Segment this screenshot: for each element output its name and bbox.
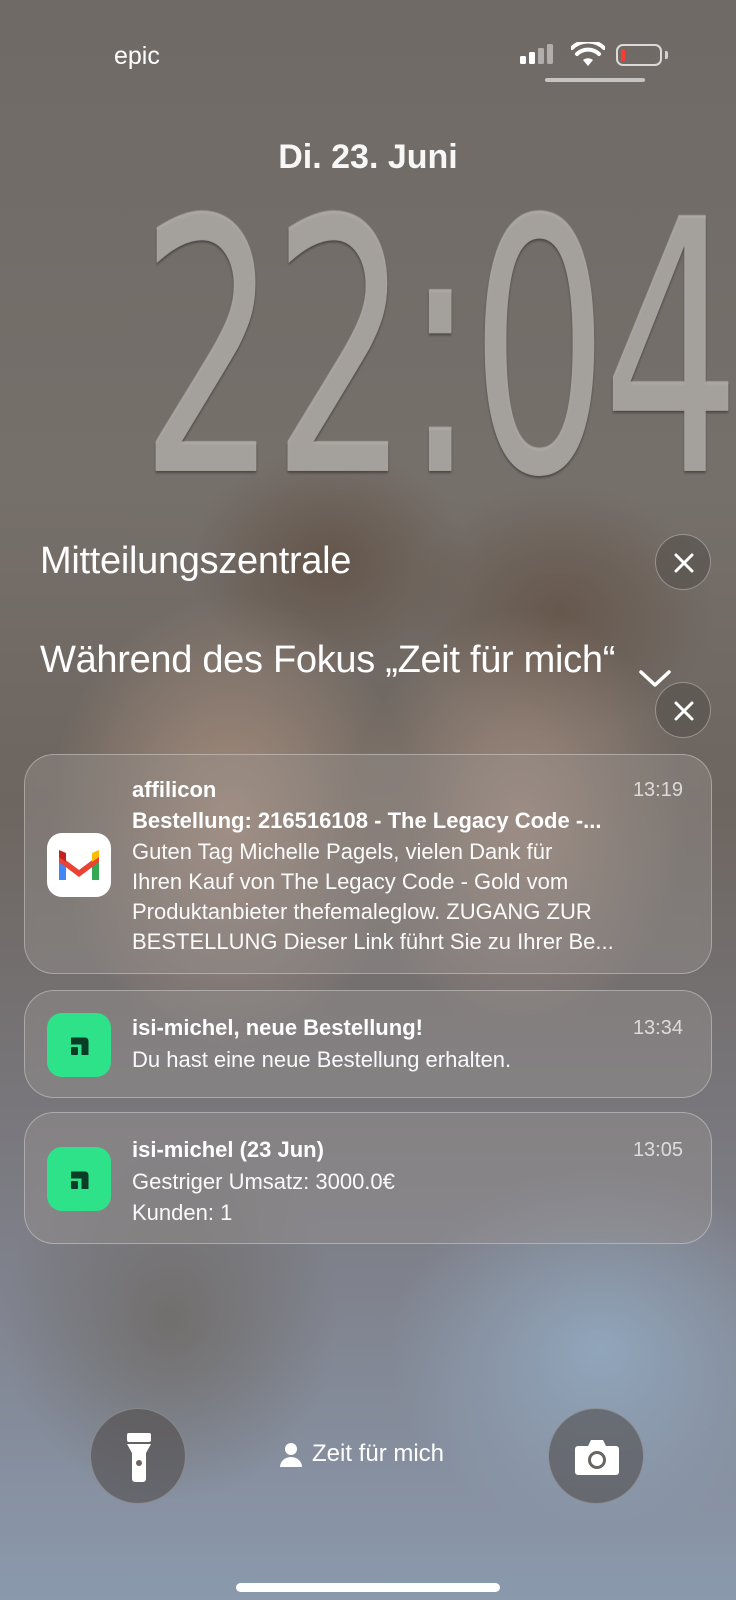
close-icon: [674, 553, 694, 573]
camera-button[interactable]: [548, 1408, 644, 1504]
wifi-icon: [571, 42, 605, 66]
clear-all-button[interactable]: [655, 534, 711, 590]
focus-mode-label: Zeit für mich: [312, 1440, 445, 1467]
control-center-indicator[interactable]: [545, 78, 645, 82]
notification-app-name: affilicon: [132, 777, 217, 802]
notification-body-line: Gestriger Umsatz: 3000.0€: [132, 1169, 395, 1194]
notification-body-line: Guten Tag Michelle Pagels, vielen Dank f…: [132, 839, 553, 864]
flashlight-icon: [127, 1433, 151, 1482]
battery-level: [621, 49, 625, 61]
carrier-name: epic: [114, 42, 160, 70]
shop-app-icon: [47, 1147, 111, 1211]
notification-card[interactable]: isi-michel, neue Bestellung! 13:34 Du ha…: [24, 990, 712, 1098]
close-icon: [674, 701, 694, 721]
notification-body-line: BESTELLUNG Dieser Link führt Sie zu Ihre…: [132, 929, 614, 954]
notification-time: 13:05: [632, 1139, 683, 1161]
status-icons: [520, 40, 670, 72]
notification-center-title: Mitteilungszentrale: [40, 540, 352, 582]
notification-app-name: isi-michel (23 Jun): [132, 1137, 324, 1162]
gmail-icon: [47, 833, 111, 897]
notification-body-line: Du hast eine neue Bestellung erhalten.: [132, 1047, 512, 1072]
focus-section-title: Während des Fokus „Zeit für mich“: [40, 639, 616, 681]
battery-tip: [665, 51, 668, 59]
notification-time: 13:34: [632, 1017, 683, 1039]
notification-card[interactable]: affilicon 13:19 Bestellung: 216516108 - …: [24, 754, 712, 974]
flashlight-button[interactable]: [90, 1408, 186, 1504]
notification-card[interactable]: isi-michel (23 Jun) 13:05 Gestriger Umsa…: [24, 1112, 712, 1244]
notification-subject: Bestellung: 216516108 - The Legacy Code …: [132, 808, 602, 833]
battery-icon: [616, 44, 662, 66]
notification-body-line: Ihren Kauf von The Legacy Code - Gold vo…: [132, 869, 569, 894]
notification-body-line: Kunden: 1: [132, 1200, 233, 1225]
notification-app-name: isi-michel, neue Bestellung!: [132, 1015, 423, 1040]
cellular-signal-icon: [520, 44, 553, 64]
lock-clock: 22:04: [139, 146, 736, 554]
home-indicator[interactable]: [236, 1583, 500, 1592]
notification-body-line: Produktanbieter thefemaleglow. ZUGANG ZU…: [132, 899, 592, 924]
shop-app-icon: [47, 1013, 111, 1077]
clear-focus-button[interactable]: [655, 682, 711, 738]
person-icon: [280, 1443, 302, 1467]
camera-icon: [575, 1440, 619, 1475]
notification-time: 13:19: [632, 779, 683, 801]
